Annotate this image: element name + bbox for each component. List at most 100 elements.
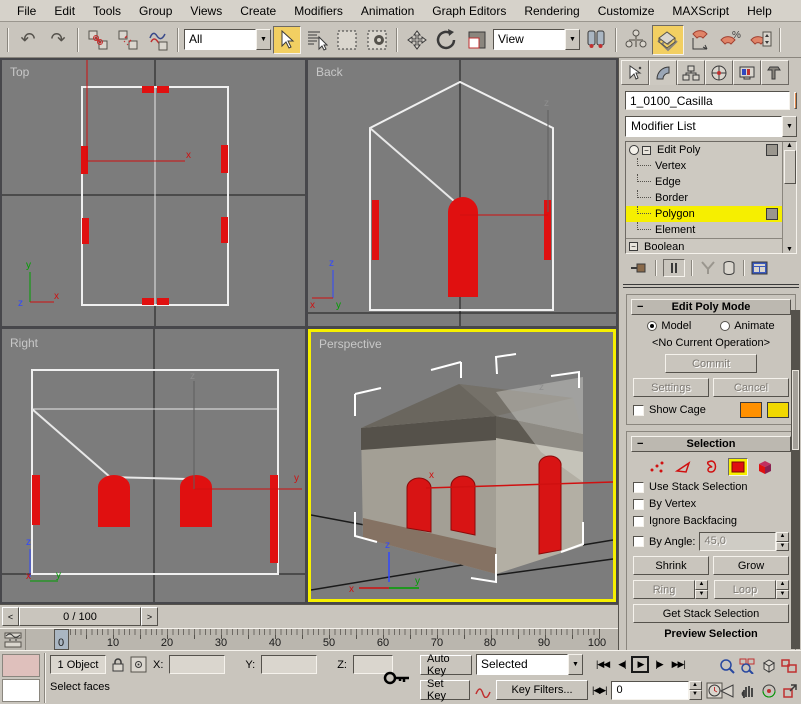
key-mode-toggle[interactable]: |◀▶|	[592, 685, 607, 696]
arc-rotate-icon[interactable]	[758, 678, 779, 703]
object-color-swatch[interactable]	[794, 92, 797, 109]
rectangular-selection-region-icon[interactable]	[333, 26, 361, 54]
auto-key-button[interactable]: Auto Key	[420, 655, 472, 675]
loop-button[interactable]: Loop	[714, 580, 776, 599]
select-and-link-icon[interactable]	[84, 26, 112, 54]
tab-create-icon[interactable]	[621, 60, 649, 85]
shrink-button[interactable]: Shrink	[633, 556, 709, 575]
set-key-button[interactable]: Set Key	[420, 680, 470, 700]
menu-maxscript[interactable]: MAXScript	[663, 1, 738, 21]
object-name-field[interactable]	[625, 91, 790, 110]
show-end-result-button[interactable]	[663, 259, 685, 277]
zoom-extents-all-icon[interactable]	[779, 653, 800, 678]
menu-tools[interactable]: Tools	[84, 1, 130, 21]
stack-item-element[interactable]: Element	[626, 222, 796, 238]
window-crossing-toggle-icon[interactable]	[363, 26, 391, 54]
menu-create[interactable]: Create	[231, 1, 285, 21]
pin-stack-icon[interactable]	[629, 260, 649, 276]
default-tangent-icon[interactable]	[474, 682, 492, 698]
stack-item-edge[interactable]: Edge	[626, 174, 796, 190]
tab-hierarchy-icon[interactable]	[677, 60, 705, 85]
menu-customize[interactable]: Customize	[589, 1, 664, 21]
get-stack-selection-button[interactable]: Get Stack Selection	[633, 604, 789, 623]
undo-icon[interactable]: ↶	[14, 26, 42, 54]
selection-header[interactable]: − Selection	[631, 436, 791, 452]
selection-set-dropdown[interactable]: Selected ▼	[476, 654, 583, 675]
stack-scrollbar[interactable]: ▲ ▼	[782, 142, 796, 253]
grow-button[interactable]: Grow	[713, 556, 789, 575]
absolute-offset-toggle-icon[interactable]	[130, 656, 147, 673]
menu-group[interactable]: Group	[130, 1, 181, 21]
bind-to-space-warp-icon[interactable]	[144, 26, 172, 54]
by-angle-field[interactable]: 45,0	[699, 532, 776, 551]
polygon-mode-icon[interactable]	[728, 458, 748, 476]
viewport-back[interactable]: z z x y Back	[308, 60, 616, 326]
edge-mode-icon[interactable]	[674, 458, 694, 476]
use-pivot-point-center-icon[interactable]	[582, 26, 610, 54]
stack-item-polygon[interactable]: Polygon	[626, 206, 796, 222]
stack-item-edit-poly[interactable]: − Edit Poly	[626, 142, 796, 158]
ignore-backfacing-checkbox[interactable]	[633, 516, 644, 527]
stack-item-border[interactable]: Border	[626, 190, 796, 206]
next-frame-button[interactable]: |▶	[652, 657, 665, 672]
scroll-up-icon[interactable]: ▲	[786, 142, 793, 149]
loop-spinner[interactable]: ▲▼	[776, 580, 789, 599]
mini-curve-editor-button[interactable]	[0, 629, 26, 650]
play-button[interactable]: ▶	[631, 656, 649, 673]
stack-item-vertex[interactable]: Vertex	[626, 158, 796, 174]
previous-frame-button[interactable]: ◀|	[615, 657, 628, 672]
go-to-start-button[interactable]: |◀◀	[593, 657, 612, 672]
ring-button[interactable]: Ring	[633, 580, 695, 599]
track-bar[interactable]: 0 10 20 30 40 50 60 70 80 90 100	[0, 628, 618, 650]
model-radio[interactable]: Model	[647, 320, 691, 332]
scroll-down-icon[interactable]: ▼	[786, 246, 793, 253]
maxscript-mini-listener-macro[interactable]	[2, 654, 40, 677]
selection-filter-dropdown[interactable]: All ▼	[184, 29, 271, 50]
x-coordinate-field[interactable]	[169, 655, 225, 674]
menu-rendering[interactable]: Rendering	[515, 1, 588, 21]
collapse-icon[interactable]: −	[642, 146, 651, 155]
y-coordinate-field[interactable]	[261, 655, 317, 674]
ring-spinner[interactable]: ▲▼	[695, 580, 708, 599]
panel-scroll-thumb[interactable]	[792, 370, 799, 450]
time-slider-button[interactable]: 0 / 100	[19, 607, 141, 626]
reference-coordinate-dropdown[interactable]: View ▼	[493, 29, 580, 50]
pan-icon[interactable]	[737, 678, 758, 703]
select-by-name-icon[interactable]	[303, 26, 331, 54]
cage-selected-color-swatch[interactable]	[767, 402, 789, 418]
menu-graph-editors[interactable]: Graph Editors	[423, 1, 515, 21]
snap-toggle-button[interactable]	[652, 25, 684, 55]
zoom-extents-icon[interactable]	[758, 653, 779, 678]
make-unique-icon[interactable]	[699, 260, 717, 276]
track-bar-ruler[interactable]: 0 10 20 30 40 50 60 70 80 90 100	[26, 629, 618, 650]
zoom-all-icon[interactable]	[737, 653, 758, 678]
viewport-top[interactable]: x y x z Top	[2, 60, 305, 326]
select-and-move-icon[interactable]	[403, 26, 431, 54]
stack-item-boolean[interactable]: − Boolean	[626, 238, 796, 254]
chevron-down-icon[interactable]: ▼	[568, 654, 583, 675]
spinner-snap-toggle-icon[interactable]	[746, 26, 774, 54]
tab-utilities-icon[interactable]	[761, 60, 789, 85]
chevron-down-icon[interactable]: ▼	[256, 29, 271, 50]
chevron-down-icon[interactable]: ▼	[565, 29, 580, 50]
select-object-button[interactable]	[273, 26, 301, 54]
tab-motion-icon[interactable]	[705, 60, 733, 85]
cancel-button[interactable]: Cancel	[713, 378, 789, 397]
select-and-scale-icon[interactable]	[463, 26, 491, 54]
chevron-down-icon[interactable]: ▼	[782, 116, 797, 137]
field-of-view-icon[interactable]	[716, 678, 737, 703]
select-and-manipulate-icon[interactable]	[622, 26, 650, 54]
zoom-icon[interactable]	[716, 653, 737, 678]
panel-scrollbar[interactable]	[791, 310, 800, 649]
select-and-rotate-icon[interactable]	[433, 26, 461, 54]
viewport-right[interactable]: y z z y x Right	[2, 329, 305, 602]
element-mode-icon[interactable]	[755, 458, 775, 476]
by-vertex-checkbox[interactable]	[633, 499, 644, 510]
border-mode-icon[interactable]	[701, 458, 721, 476]
by-angle-checkbox[interactable]	[633, 536, 644, 547]
vertex-mode-icon[interactable]	[647, 458, 667, 476]
menu-help[interactable]: Help	[738, 1, 781, 21]
unlink-selection-icon[interactable]	[114, 26, 142, 54]
modifier-list-dropdown[interactable]: Modifier List ▼	[625, 116, 797, 137]
visibility-bulb-icon[interactable]	[629, 145, 639, 155]
